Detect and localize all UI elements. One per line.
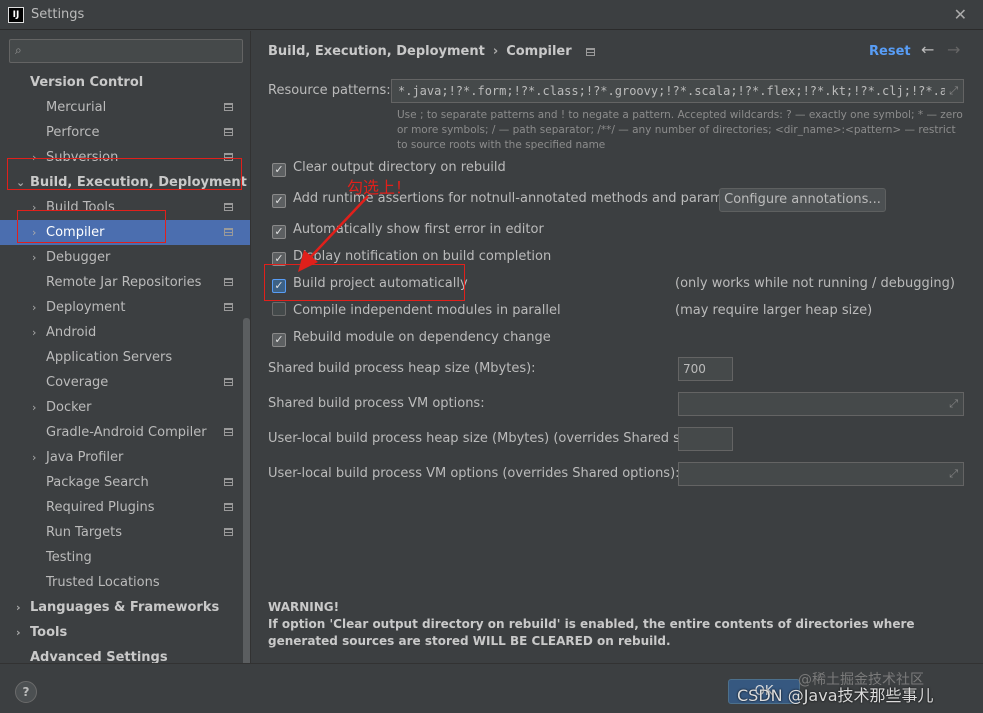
annotation-text: 勾选上！ [347,178,412,197]
annotation-arrow [298,195,369,272]
csdn-watermark: CSDN @Java技术那些事儿 [737,686,934,705]
